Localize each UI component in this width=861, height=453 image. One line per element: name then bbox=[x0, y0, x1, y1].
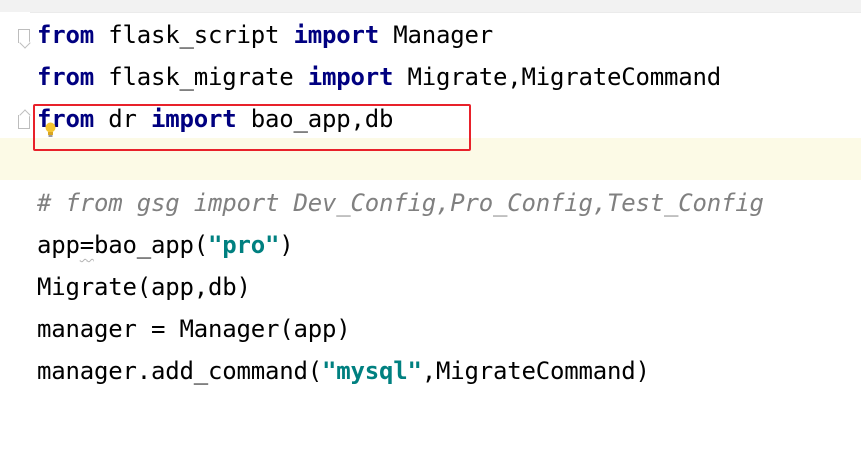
keyword-token: from bbox=[37, 63, 94, 91]
code-line[interactable]: manager = Manager(app) bbox=[37, 308, 861, 350]
code-token: Manager bbox=[379, 21, 493, 49]
code-token: manager = Manager(app) bbox=[37, 315, 351, 343]
code-token: bao_app( bbox=[94, 231, 208, 259]
code-token: = bbox=[79, 231, 94, 259]
keyword-token: from bbox=[37, 21, 94, 49]
keyword-token: import bbox=[307, 63, 394, 91]
code-area[interactable]: from flask_script import Manager from fla… bbox=[37, 14, 861, 392]
code-token: , bbox=[421, 357, 436, 385]
code-token: flask_migrate bbox=[94, 63, 308, 91]
code-token: MigrateCommand bbox=[521, 63, 722, 91]
keyword-token: import bbox=[293, 21, 380, 49]
fold-marker-icon[interactable] bbox=[18, 115, 30, 129]
lightbulb-icon[interactable] bbox=[45, 122, 56, 138]
code-line[interactable]: from flask_script import Manager bbox=[37, 14, 861, 56]
code-token: manager.add_command( bbox=[37, 357, 322, 385]
code-token: Migrate(app, bbox=[37, 273, 208, 301]
code-token: Migrate, bbox=[393, 63, 522, 91]
editor-gutter bbox=[0, 12, 30, 453]
code-token: app bbox=[37, 231, 80, 259]
code-token: ) bbox=[279, 231, 294, 259]
code-line[interactable]: from flask_migrate import Migrate,Migrat… bbox=[37, 56, 861, 98]
code-line[interactable]: Migrate(app,db) bbox=[37, 266, 861, 308]
code-editor[interactable]: from flask_script import Manager from fla… bbox=[0, 0, 861, 453]
annotation-highlight-box bbox=[33, 104, 471, 151]
code-line[interactable]: manager.add_command("mysql",MigrateComma… bbox=[37, 350, 861, 392]
fold-marker-icon[interactable] bbox=[18, 29, 30, 43]
string-token: "mysql" bbox=[322, 357, 422, 385]
code-token: flask_script bbox=[94, 21, 294, 49]
editor-tab-strip bbox=[0, 0, 861, 13]
code-line[interactable]: # from gsg import Dev_Config,Pro_Config,… bbox=[37, 182, 861, 224]
comment-token: # from gsg import Dev_Config,Pro_Config,… bbox=[37, 189, 764, 217]
code-token: MigrateCommand) bbox=[436, 357, 650, 385]
code-line[interactable]: app=bao_app("pro") bbox=[37, 224, 861, 266]
string-token: "pro" bbox=[208, 231, 280, 259]
code-token: db) bbox=[208, 273, 251, 301]
